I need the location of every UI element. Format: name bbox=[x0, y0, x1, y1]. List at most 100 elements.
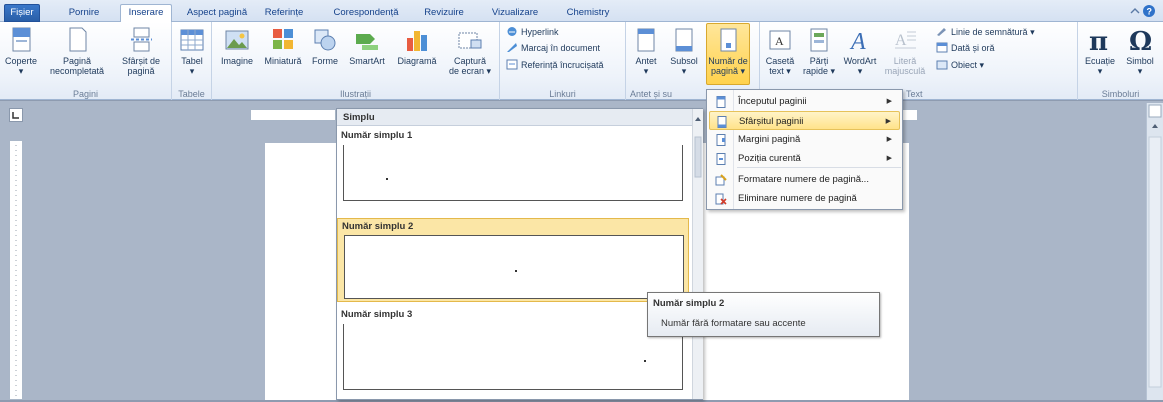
dropdown-arrow-icon: ▾ bbox=[786, 66, 791, 76]
quick-parts-button[interactable]: Părți rapide ▾ bbox=[800, 24, 838, 84]
drop-cap-icon: A bbox=[891, 26, 919, 54]
blank-page-icon bbox=[63, 26, 91, 54]
cover-page-icon bbox=[7, 26, 35, 54]
smartart-label: SmartArt bbox=[349, 56, 385, 66]
header-button[interactable]: Antet ▾ bbox=[630, 24, 662, 84]
drop-cap-button[interactable]: A Literă majusculă bbox=[882, 24, 928, 84]
gallery-item-simple-3[interactable]: Număr simplu 3 bbox=[337, 307, 689, 399]
dropdown-arrow-icon: ▾ bbox=[1097, 66, 1103, 76]
tab-file[interactable]: Fișier bbox=[4, 4, 40, 22]
bookmark-button[interactable]: Marcaj în document bbox=[506, 41, 600, 55]
hyperlink-label: Hyperlink bbox=[521, 27, 559, 37]
wordart-button[interactable]: A WordArt ▾ bbox=[840, 24, 880, 84]
ribbon: Coperte ▾ Pagină necompletată Sfârșit de… bbox=[0, 22, 1163, 100]
page-break-button[interactable]: Sfârșit de pagină bbox=[114, 24, 168, 84]
tab-page-layout[interactable]: Aspect pagină bbox=[178, 5, 256, 22]
tab-insert[interactable]: Inserare bbox=[120, 4, 172, 23]
object-icon bbox=[936, 59, 948, 70]
svg-text:π: π bbox=[1089, 27, 1108, 54]
hyperlink-button[interactable]: Hyperlink bbox=[506, 25, 559, 39]
tab-references[interactable]: Referințe bbox=[256, 5, 312, 22]
drop-cap-label-2: majusculă bbox=[884, 66, 926, 76]
menu-item-page-margins[interactable]: Margini pagină ▶ bbox=[709, 130, 900, 149]
bookmark-label: Marcaj în document bbox=[521, 43, 601, 53]
current-position-icon bbox=[715, 153, 727, 165]
picture-button[interactable]: Imagine bbox=[216, 24, 258, 84]
shapes-button[interactable]: Forme bbox=[308, 24, 342, 84]
quick-parts-label-1: Părți bbox=[809, 56, 829, 66]
picture-icon bbox=[223, 26, 251, 54]
footer-button[interactable]: Subsol ▾ bbox=[666, 24, 702, 84]
gallery-item-title: Număr simplu 2 bbox=[342, 221, 414, 232]
gallery-header: Simplu bbox=[337, 109, 692, 126]
object-button[interactable]: Obiect ▾ bbox=[936, 58, 984, 72]
quick-parts-label-2-row: rapide ▾ bbox=[800, 66, 838, 76]
gallery-item-simple-2[interactable]: Număr simplu 2 bbox=[337, 218, 689, 302]
bottom-of-page-icon bbox=[716, 116, 728, 128]
page-break-label-2: pagină bbox=[127, 66, 155, 76]
blank-page-button[interactable]: Pagină necompletată bbox=[48, 24, 106, 84]
menu-item-label: Sfârșitul paginii bbox=[739, 116, 804, 127]
svg-text:A: A bbox=[849, 29, 866, 54]
group-label-links: Linkuri bbox=[549, 89, 576, 99]
menu-item-bottom-of-page[interactable]: Sfârșitul paginii ▶ bbox=[709, 111, 900, 130]
smartart-button[interactable]: SmartArt bbox=[342, 24, 392, 84]
pi-icon: π bbox=[1086, 26, 1114, 57]
object-label: Obiect bbox=[951, 60, 978, 70]
tab-chemistry[interactable]: Chemistry bbox=[556, 5, 620, 22]
text-box-button[interactable]: A Casetă text ▾ bbox=[762, 24, 798, 84]
tab-mailings[interactable]: Corespondență bbox=[322, 5, 410, 22]
menu-item-remove-page-numbers[interactable]: Eliminare numere de pagină bbox=[709, 189, 900, 208]
cross-reference-button[interactable]: Referință încrucișată bbox=[506, 58, 604, 72]
signature-line-label: Linie de semnătură bbox=[951, 27, 1028, 37]
menu-item-label: Poziția curentă bbox=[738, 153, 801, 164]
ribbon-tab-bar: Fișier Pornire Inserare Aspect pagină Re… bbox=[0, 0, 1163, 23]
screenshot-label-1: Captură bbox=[453, 56, 487, 66]
cover-page-button[interactable]: Coperte ▾ bbox=[1, 24, 41, 84]
group-label-illustrations: Ilustrații bbox=[339, 89, 371, 99]
svg-text:?: ? bbox=[1147, 7, 1153, 17]
wordart-label: WordArt bbox=[843, 56, 877, 66]
symbol-button[interactable]: Ω Simbol ▾ bbox=[1120, 24, 1160, 84]
dropdown-arrow-icon: ▾ bbox=[643, 66, 649, 76]
remove-page-numbers-icon bbox=[715, 193, 727, 205]
menu-separator bbox=[737, 167, 901, 168]
tab-review[interactable]: Revizuire bbox=[414, 5, 474, 22]
wordart-icon: A bbox=[846, 26, 874, 55]
menu-item-current-position[interactable]: Poziția curentă ▶ bbox=[709, 149, 900, 168]
date-time-button[interactable]: Dată și oră bbox=[936, 41, 995, 55]
drop-cap-label-1: Literă bbox=[893, 56, 917, 66]
dropdown-arrow-icon: ▾ bbox=[979, 60, 985, 70]
tab-view[interactable]: Vizualizare bbox=[480, 5, 550, 22]
quick-parts-icon bbox=[805, 26, 833, 54]
svg-text:A: A bbox=[895, 32, 907, 49]
menu-item-top-of-page[interactable]: Începutul paginii ▶ bbox=[709, 92, 900, 111]
equation-button[interactable]: π Ecuație ▾ bbox=[1080, 24, 1120, 84]
bookmark-icon bbox=[506, 42, 518, 53]
screenshot-button[interactable]: Captură de ecran ▾ bbox=[444, 24, 496, 84]
svg-text:A: A bbox=[775, 34, 784, 48]
gallery-scrollbar[interactable] bbox=[692, 109, 703, 399]
shapes-icon bbox=[311, 26, 339, 54]
dropdown-arrow-icon: ▾ bbox=[189, 66, 195, 76]
menu-item-format-page-numbers[interactable]: Formatare numere de pagină... bbox=[709, 170, 900, 189]
minimize-ribbon-icon[interactable]: ? bbox=[1129, 4, 1157, 18]
table-icon bbox=[178, 26, 206, 54]
text-box-label-2: text bbox=[769, 66, 784, 76]
clip-art-button[interactable]: Miniatură bbox=[258, 24, 308, 84]
horizontal-ruler[interactable] bbox=[250, 109, 336, 121]
page-number-button[interactable]: Număr de pagină ▾ bbox=[706, 23, 750, 85]
gallery-item-simple-1[interactable]: Număr simplu 1 bbox=[337, 128, 689, 216]
vertical-scrollbar[interactable] bbox=[1146, 103, 1163, 400]
group-illustrations: Imagine Miniatură Forme SmartArt Diagram… bbox=[212, 22, 500, 100]
gallery-item-title: Număr simplu 1 bbox=[341, 130, 413, 141]
table-button[interactable]: Tabel ▾ bbox=[174, 24, 210, 84]
tab-home[interactable]: Pornire bbox=[62, 5, 106, 22]
text-box-label-2-row: text ▾ bbox=[762, 66, 798, 76]
page-number-gallery: Simplu Număr simplu 1 Număr simplu 2 Num… bbox=[336, 108, 703, 400]
tab-selector-button[interactable] bbox=[9, 108, 23, 122]
vertical-ruler[interactable] bbox=[9, 140, 23, 400]
signature-line-button[interactable]: Linie de semnătură ▾ bbox=[936, 25, 1035, 39]
menu-item-label: Formatare numere de pagină... bbox=[738, 174, 869, 185]
chart-button[interactable]: Diagramă bbox=[392, 24, 442, 84]
